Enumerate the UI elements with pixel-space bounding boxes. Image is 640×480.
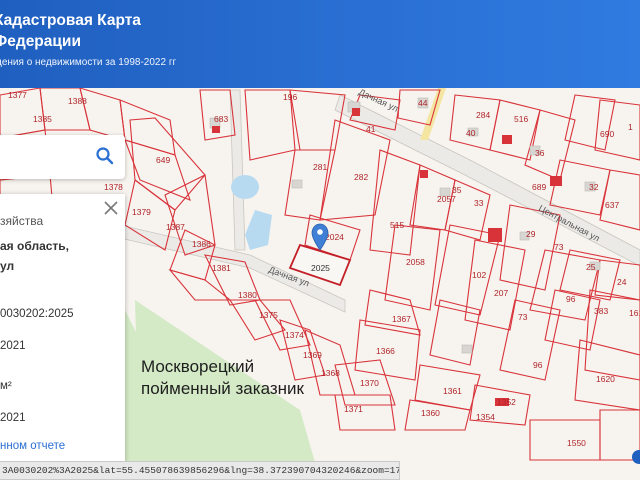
reserve-label-line1: Москворецкий xyxy=(141,357,255,376)
parcel-number-25: 25 xyxy=(586,262,596,272)
parcel-number-35: 35 xyxy=(452,185,462,195)
parcel-number-1370: 1370 xyxy=(360,378,379,388)
parcel-number-683: 683 xyxy=(214,114,228,124)
site-header: Кадастровая Карта Федерации дения о недв… xyxy=(0,0,640,88)
search-box[interactable] xyxy=(0,135,125,179)
parcel-number-2057: 2057 xyxy=(437,194,456,204)
parcel-number-1620: 1620 xyxy=(596,374,615,384)
site-subtitle: дения о недвижимости за 1998-2022 гг xyxy=(0,57,177,68)
parcel-info-panel: зяйства ая область, ул 0030202:2025 2021… xyxy=(0,194,125,464)
reserve-label: Москворецкий пойменный заказник xyxy=(141,356,304,400)
report-link[interactable]: нном отчете xyxy=(0,440,65,452)
parcel-number-1387: 1387 xyxy=(166,222,185,232)
parcel-number-2058: 2058 xyxy=(406,257,425,267)
parcel-number-516: 516 xyxy=(514,114,528,124)
parcel-number-1367: 1367 xyxy=(392,314,411,324)
parcel-number-1377: 1377 xyxy=(8,90,27,100)
parcel-number-383: 383 xyxy=(594,306,608,316)
parcel-number-196: 196 xyxy=(283,92,297,102)
parcel-number-1361: 1361 xyxy=(443,386,462,396)
parcel-date-1: 2021 xyxy=(0,340,26,352)
parcel-number-1371: 1371 xyxy=(344,404,363,414)
parcel-number-36: 36 xyxy=(535,148,545,158)
browser-status-bar: 3A0030202%3A2025&lat=55.455078639856296&… xyxy=(0,461,400,480)
parcel-address-line2: ул xyxy=(0,259,15,273)
parcel-area-unit: м² xyxy=(0,380,12,392)
parcel-number-1375: 1375 xyxy=(259,310,278,320)
parcel-number-689: 689 xyxy=(532,182,546,192)
parcel-number-1360: 1360 xyxy=(421,408,440,418)
parcel-number-1374: 1374 xyxy=(285,330,304,340)
parcel-number-207: 207 xyxy=(494,288,508,298)
close-icon[interactable] xyxy=(103,200,119,216)
parcel-number-1386: 1386 xyxy=(192,239,211,249)
parcel-number-515: 515 xyxy=(390,220,404,230)
map-control-dot[interactable] xyxy=(632,450,640,464)
parcel-number-1352: 1352 xyxy=(497,397,516,407)
parcel-number-1366: 1366 xyxy=(376,346,395,356)
parcel-address-line1: ая область, xyxy=(0,239,70,253)
parcel-number-1381: 1381 xyxy=(212,263,231,273)
parcel-number-33: 33 xyxy=(474,198,484,208)
parcel-number-96: 96 xyxy=(566,294,576,304)
parcel-number-1378: 1378 xyxy=(104,182,123,192)
reserve-label-line2: пойменный заказник xyxy=(141,379,304,398)
parcel-number-29: 29 xyxy=(526,229,536,239)
parcel-date-2: 2021 xyxy=(0,412,26,424)
parcel-number-1380: 1380 xyxy=(238,290,257,300)
parcel-number-282: 282 xyxy=(354,172,368,182)
parcel-number-637: 637 xyxy=(605,200,619,210)
site-title-line1: Кадастровая Карта xyxy=(0,12,141,29)
parcel-number-73: 73 xyxy=(554,242,564,252)
search-icon[interactable] xyxy=(95,146,115,166)
parcel-category: зяйства xyxy=(0,214,44,228)
parcel-number-1369: 1369 xyxy=(303,350,322,360)
parcel-address: ая область, ул xyxy=(0,236,69,276)
parcel-number-1614: 1614 xyxy=(629,308,640,318)
parcel-number-24: 24 xyxy=(617,277,627,287)
parcel-number-284: 284 xyxy=(476,110,490,120)
parcel-number-73: 73 xyxy=(518,312,528,322)
parcel-number-102: 102 xyxy=(472,270,486,280)
parcel-number-1368: 1368 xyxy=(321,368,340,378)
parcel-number-690: 690 xyxy=(600,129,614,139)
parcel-number-649: 649 xyxy=(156,155,170,165)
parcel-cadastral-number: 0030202:2025 xyxy=(0,308,74,320)
parcel-number-1388: 1388 xyxy=(68,96,87,106)
parcel-number-1385: 1385 xyxy=(33,114,52,124)
site-title: Кадастровая Карта Федерации xyxy=(0,10,294,52)
parcel-number-1379: 1379 xyxy=(132,207,151,217)
parcel-number-40: 40 xyxy=(466,128,476,138)
parcel-number-41: 41 xyxy=(366,124,376,134)
site-title-line2: Федерации xyxy=(0,33,81,50)
parcel-number-1: 1 xyxy=(628,122,633,132)
parcel-number-2025: 2025 xyxy=(311,263,330,273)
parcel-number-32: 32 xyxy=(589,182,599,192)
pond-1 xyxy=(231,175,259,199)
parcel-number-1550: 1550 xyxy=(567,438,586,448)
parcel-number-1354: 1354 xyxy=(476,412,495,422)
parcel-number-96: 96 xyxy=(533,360,543,370)
parcel-number-281: 281 xyxy=(313,162,327,172)
parcel-number-44: 44 xyxy=(418,98,428,108)
